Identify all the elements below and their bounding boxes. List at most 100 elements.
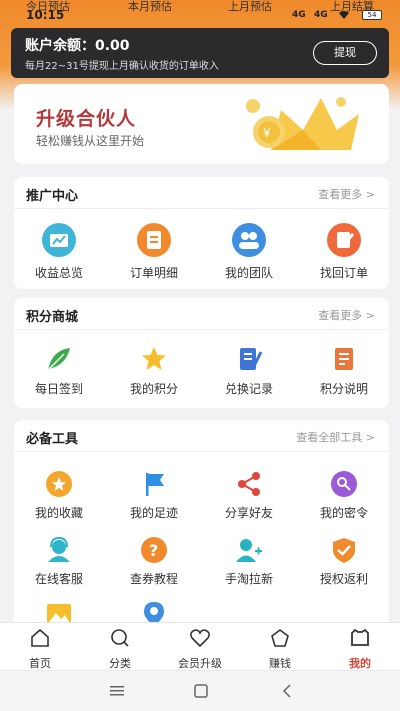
tool-item-partial-1[interactable]: [14, 600, 104, 622]
points-item-mine[interactable]: 我的积分: [109, 344, 199, 397]
promo-item-orders[interactable]: 订单明细: [109, 222, 199, 281]
key-icon: [331, 471, 357, 497]
banner-title: 升级合伙人: [36, 108, 137, 130]
tool-item-secret[interactable]: 我的密令: [299, 470, 389, 521]
tools-section: 必备工具 查看全部工具 > 我的收藏 我的足迹 分享好友 我的密令 在线客服 ?…: [14, 420, 389, 622]
tool-item-label: 在线客服: [34, 572, 83, 586]
home-icon: [31, 628, 49, 647]
promo-item-label: 找回订单: [319, 266, 368, 280]
heart-icon: [190, 629, 210, 648]
star-icon: [142, 347, 166, 370]
tool-item-label: 我的收藏: [34, 506, 83, 520]
tool-item-footprints[interactable]: 我的足迹: [109, 470, 199, 521]
flag-icon: [146, 473, 164, 496]
points-item-label: 积分说明: [319, 382, 368, 396]
points-mall-more-link[interactable]: 查看更多 >: [318, 307, 375, 323]
location-icon: [144, 602, 164, 622]
svg-text:?: ?: [149, 541, 158, 560]
points-mall-section: 积分商城 查看更多 > 每日签到 我的积分 兑换记录 积分说明: [14, 298, 389, 408]
tool-item-invite[interactable]: 手淘拉新: [204, 536, 294, 587]
tool-item-label: 分享好友: [224, 506, 273, 520]
promo-item-label: 订单明细: [129, 266, 178, 280]
customer-service-icon: [48, 536, 70, 562]
promo-item-team[interactable]: 我的团队: [204, 222, 294, 281]
label-month-estimate: 本月预估: [128, 0, 172, 13]
balance-card: 账户余额：0.00 每月22~31号提现上月确认收货的订单收入 提现: [11, 28, 389, 78]
promo-item-label: 收益总览: [34, 266, 83, 280]
tab-label: 会员升级: [178, 657, 222, 670]
tab-label: 赚钱: [269, 657, 291, 670]
search-icon: [111, 629, 129, 647]
promo-item-recover[interactable]: 找回订单: [299, 222, 389, 281]
shield-check-icon: [333, 538, 355, 563]
home-square-icon[interactable]: [194, 684, 208, 698]
tool-item-support[interactable]: 在线客服: [14, 536, 104, 587]
points-item-rules[interactable]: 积分说明: [299, 344, 389, 397]
tab-label: 我的: [349, 657, 371, 670]
menu-icon[interactable]: [110, 685, 124, 697]
tool-item-label: 查券教程: [129, 572, 178, 586]
team-icon: [232, 223, 266, 257]
promo-item-earnings[interactable]: 收益总览: [14, 222, 104, 281]
points-mall-title: 积分商城: [26, 310, 79, 325]
tools-title: 必备工具: [26, 432, 79, 447]
upgrade-partner-banner[interactable]: 升级合伙人 轻松赚钱从这里开始 ¥: [14, 84, 389, 164]
points-item-checkin[interactable]: 每日签到: [14, 344, 104, 397]
tools-header: 必备工具 查看全部工具 >: [14, 420, 389, 452]
svg-text:¥: ¥: [263, 126, 271, 140]
tool-item-share[interactable]: 分享好友: [204, 470, 294, 521]
status-bar: 今日预估 本月预估 上月预估 上月结算 10:15 4G 4G 54: [0, 0, 400, 26]
tab-label: 首页: [29, 657, 51, 670]
tool-item-favorites[interactable]: 我的收藏: [14, 470, 104, 521]
order-list-icon: [137, 223, 171, 257]
tool-item-label: 我的密令: [319, 506, 368, 520]
signal-icon-2: 4G: [314, 10, 328, 20]
pentagon-icon: [271, 629, 289, 647]
tool-item-label: 我的足迹: [129, 506, 178, 520]
tab-category[interactable]: 分类: [80, 627, 160, 671]
profile-icon: [351, 628, 369, 646]
tab-home[interactable]: 首页: [0, 627, 80, 671]
tool-item-label: 手淘拉新: [224, 572, 273, 586]
favorite-star-icon: [46, 471, 72, 497]
withdraw-note: 每月22~31号提现上月确认收货的订单收入: [25, 61, 219, 72]
chart-icon: [42, 223, 76, 257]
tool-item-coupon-guide[interactable]: ? 查券教程: [109, 536, 199, 587]
help-icon: ?: [141, 537, 167, 563]
label-last-month-estimate: 上月预估: [228, 0, 272, 13]
recover-order-icon: [327, 223, 361, 257]
banner-subtitle: 轻松赚钱从这里开始: [36, 134, 145, 148]
share-icon: [238, 472, 260, 496]
tab-earn[interactable]: 赚钱: [240, 627, 320, 671]
tool-item-rebate[interactable]: 授权返利: [299, 536, 389, 587]
battery-icon: 54: [362, 10, 382, 20]
promo-center-title: 推广中心: [26, 189, 79, 204]
bottom-tab-bar: 首页 分类 会员升级 赚钱 我的: [0, 622, 400, 670]
points-item-exchange[interactable]: 兑换记录: [204, 344, 294, 397]
back-icon[interactable]: [282, 684, 292, 698]
tab-profile[interactable]: 我的: [320, 627, 400, 671]
wifi-icon: [338, 10, 350, 23]
points-item-label: 每日签到: [34, 382, 83, 396]
tools-more-link[interactable]: 查看全部工具 >: [296, 429, 375, 445]
promo-center-header: 推广中心 查看更多 >: [14, 177, 389, 209]
promo-center-section: 推广中心 查看更多 > 收益总览 订单明细 我的团队 找回订单: [14, 177, 389, 289]
signal-icon: 4G: [292, 10, 306, 20]
tool-item-partial-2[interactable]: [109, 600, 199, 622]
image-icon: [47, 604, 71, 622]
points-item-label: 我的积分: [129, 382, 178, 396]
promo-item-label: 我的团队: [224, 266, 273, 280]
clock: 10:15: [26, 8, 65, 22]
document-icon: [335, 348, 353, 370]
notebook-icon: [240, 348, 263, 370]
withdraw-button[interactable]: 提现: [313, 41, 377, 65]
feather-icon: [47, 348, 70, 371]
points-item-label: 兑换记录: [224, 382, 273, 396]
add-user-icon: [236, 539, 262, 562]
tab-label: 分类: [109, 657, 131, 670]
tool-item-label: 授权返利: [319, 572, 368, 586]
points-mall-header: 积分商城 查看更多 >: [14, 298, 389, 330]
balance-amount: 账户余额：0.00: [25, 38, 130, 54]
promo-center-more-link[interactable]: 查看更多 >: [318, 186, 375, 202]
tab-vip-upgrade[interactable]: 会员升级: [160, 627, 240, 671]
